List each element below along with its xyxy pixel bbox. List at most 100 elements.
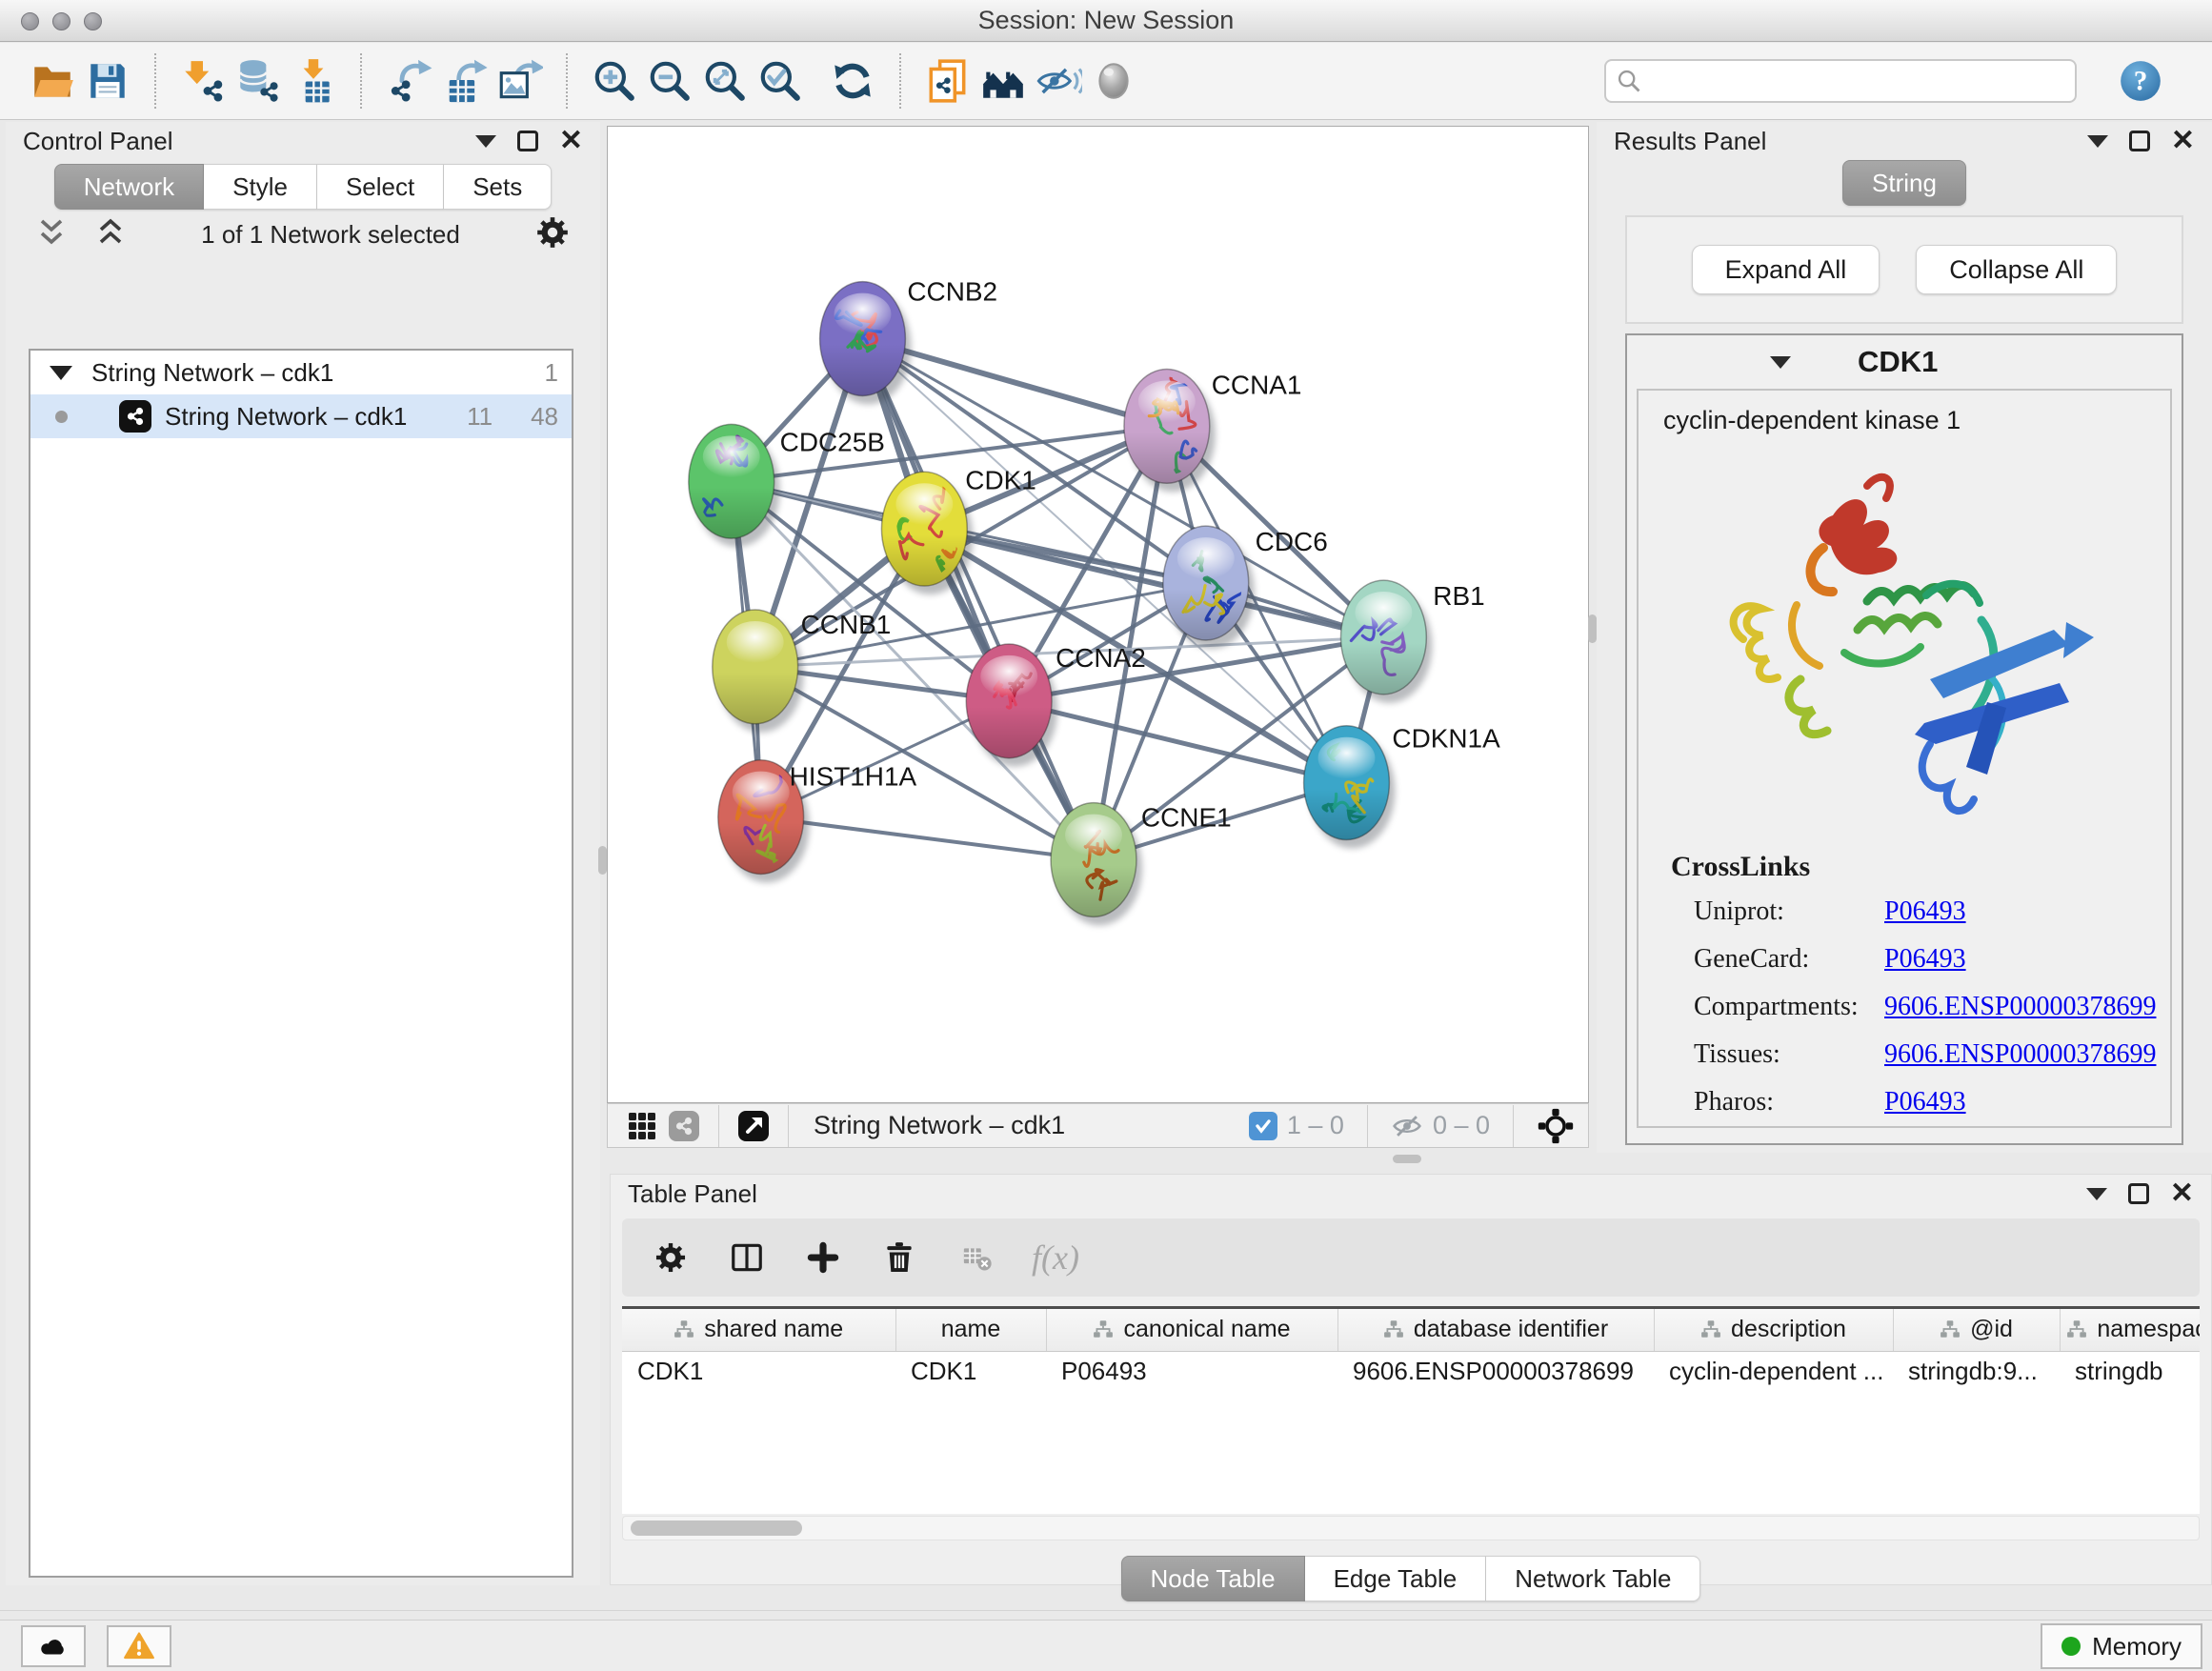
network-graph[interactable]: CCNB2CCNA1CDC25BCDK1CDC6RB1CCNB1CCNA2CDK… <box>608 127 1588 1102</box>
expand-all-button[interactable]: Expand All <box>1692 245 1880 294</box>
crosslink-link[interactable]: 9606.ENSP00000378699 <box>1884 992 2156 1022</box>
tab-node-table[interactable]: Node Table <box>1121 1556 1305 1601</box>
node-count: 11 <box>467 402 493 432</box>
zoom-fit-button[interactable] <box>697 52 753 110</box>
search-input[interactable] <box>1604 59 2077 103</box>
network-collection-row[interactable]: String Network – cdk1 1 <box>30 351 572 394</box>
gene-header[interactable]: CDK1 <box>1627 335 2182 389</box>
bottom-splitter-handle[interactable] <box>1393 1155 1421 1163</box>
help-button[interactable]: ? <box>2115 55 2166 107</box>
network-node-CDKN1A[interactable] <box>1304 726 1396 849</box>
scrollbar-thumb[interactable] <box>631 1520 802 1536</box>
table-row[interactable]: CDK1CDK1P064939606.ENSP00000378699cyclin… <box>622 1351 2200 1391</box>
right-splitter-handle[interactable] <box>1588 614 1597 643</box>
collapse-gene-icon[interactable] <box>1770 356 1791 369</box>
panel-menu-icon[interactable] <box>2087 135 2108 148</box>
column-header-database-identifier[interactable]: database identifier <box>1337 1309 1654 1351</box>
close-panel-icon[interactable]: ✕ <box>2170 1179 2194 1208</box>
float-panel-icon[interactable] <box>517 131 538 151</box>
import-table-from-file-button[interactable] <box>286 52 341 110</box>
show-columns-button[interactable] <box>727 1238 767 1278</box>
delete-table-button[interactable] <box>955 1238 995 1278</box>
column-header-canonical-name[interactable]: canonical name <box>1046 1309 1337 1351</box>
import-network-from-database-button[interactable] <box>231 52 286 110</box>
function-builder-button[interactable]: f(x) <box>1032 1238 1079 1278</box>
crosslink-link[interactable]: P06493 <box>1884 1087 1966 1117</box>
left-splitter-handle[interactable] <box>598 846 607 875</box>
create-column-button[interactable] <box>803 1238 843 1278</box>
tab-edge-table[interactable]: Edge Table <box>1305 1556 1487 1601</box>
tab-string[interactable]: String <box>1842 160 1966 206</box>
network-options-button[interactable] <box>533 213 572 256</box>
crosslink-link[interactable]: 9606.ENSP00000378699 <box>1884 1039 2156 1070</box>
open-in-window-button[interactable] <box>733 1107 774 1145</box>
tab-select[interactable]: Select <box>317 164 444 210</box>
panel-menu-icon[interactable] <box>2086 1188 2107 1200</box>
network-node-CCNB2[interactable] <box>820 282 912 405</box>
column-header-@id[interactable]: @id <box>1893 1309 2060 1351</box>
selected-checkbox-icon[interactable] <box>1249 1112 1277 1140</box>
table-cell[interactable]: stringdb:9... <box>1893 1351 2060 1391</box>
memory-button[interactable]: Memory <box>2041 1623 2202 1669</box>
panel-menu-icon[interactable] <box>475 135 496 148</box>
grid-view-button[interactable] <box>621 1107 663 1145</box>
delete-column-button[interactable] <box>879 1238 919 1278</box>
table-horizontal-scrollbar[interactable] <box>622 1516 2200 1540</box>
column-header-shared-name[interactable]: shared name <box>622 1309 895 1351</box>
close-panel-icon[interactable]: ✕ <box>2171 127 2195 155</box>
export-image-button[interactable] <box>492 52 547 110</box>
network-node-CCNE1[interactable] <box>1051 803 1142 926</box>
warnings-button[interactable] <box>107 1625 171 1667</box>
save-session-button[interactable] <box>80 52 135 110</box>
network-node-CDC6[interactable] <box>1163 526 1255 649</box>
table-options-button[interactable] <box>651 1238 691 1278</box>
crosslink-link[interactable]: P06493 <box>1884 896 1966 927</box>
show-sphere-button[interactable] <box>1086 52 1141 110</box>
expand-all-button[interactable] <box>93 215 128 254</box>
table-cell[interactable]: CDK1 <box>895 1351 1046 1391</box>
network-node-CCNB1[interactable] <box>713 610 804 733</box>
table-toolbar: f(x) <box>622 1218 2200 1297</box>
clone-network-button[interactable] <box>920 52 975 110</box>
zoom-in-button[interactable] <box>587 52 642 110</box>
tab-sets[interactable]: Sets <box>444 164 552 210</box>
column-header-namespace[interactable]: namespace <box>2060 1309 2200 1351</box>
zoom-selected-button[interactable] <box>753 52 808 110</box>
table-cell[interactable]: 9606.ENSP00000378699 <box>1337 1351 1654 1391</box>
open-session-button[interactable] <box>25 52 80 110</box>
crosshair-icon[interactable] <box>1537 1107 1575 1145</box>
network-node-CCNA2[interactable] <box>966 644 1057 767</box>
hide-glass-effect-button[interactable] <box>1031 52 1086 110</box>
table-cell[interactable]: P06493 <box>1046 1351 1337 1391</box>
collapse-all-button[interactable] <box>34 215 69 254</box>
minimize-window-button[interactable] <box>52 12 70 30</box>
column-header-name[interactable]: name <box>895 1309 1046 1351</box>
tab-network-table[interactable]: Network Table <box>1486 1556 1700 1601</box>
close-window-button[interactable] <box>21 12 39 30</box>
tab-style[interactable]: Style <box>204 164 317 210</box>
tab-network[interactable]: Network <box>54 164 204 210</box>
refresh-button[interactable] <box>825 52 880 110</box>
zoom-window-button[interactable] <box>84 12 102 30</box>
float-panel-icon[interactable] <box>2129 131 2150 151</box>
close-panel-icon[interactable]: ✕ <box>559 127 583 155</box>
column-header-description[interactable]: description <box>1654 1309 1893 1351</box>
collapse-all-button[interactable]: Collapse All <box>1916 245 2117 294</box>
export-table-button[interactable] <box>436 52 492 110</box>
network-node-RB1[interactable] <box>1341 580 1433 703</box>
network-overview-button[interactable] <box>663 1107 705 1145</box>
cloud-status-button[interactable] <box>21 1625 86 1667</box>
tree-expand-icon[interactable] <box>50 366 72 380</box>
zoom-out-button[interactable] <box>642 52 697 110</box>
network-row[interactable]: String Network – cdk1 11 48 <box>30 394 572 438</box>
table-cell[interactable]: stringdb <box>2060 1351 2200 1391</box>
float-panel-icon[interactable] <box>2128 1183 2149 1204</box>
network-canvas[interactable]: CCNB2CCNA1CDC25BCDK1CDC6RB1CCNB1CCNA2CDK… <box>607 126 1589 1103</box>
string-home-button[interactable] <box>975 52 1031 110</box>
table-cell[interactable]: cyclin-dependent ... <box>1654 1351 1893 1391</box>
network-edge[interactable] <box>761 817 1094 860</box>
import-network-from-file-button[interactable] <box>175 52 231 110</box>
crosslink-link[interactable]: P06493 <box>1884 944 1966 975</box>
export-network-button[interactable] <box>381 52 436 110</box>
table-cell[interactable]: CDK1 <box>622 1351 895 1391</box>
